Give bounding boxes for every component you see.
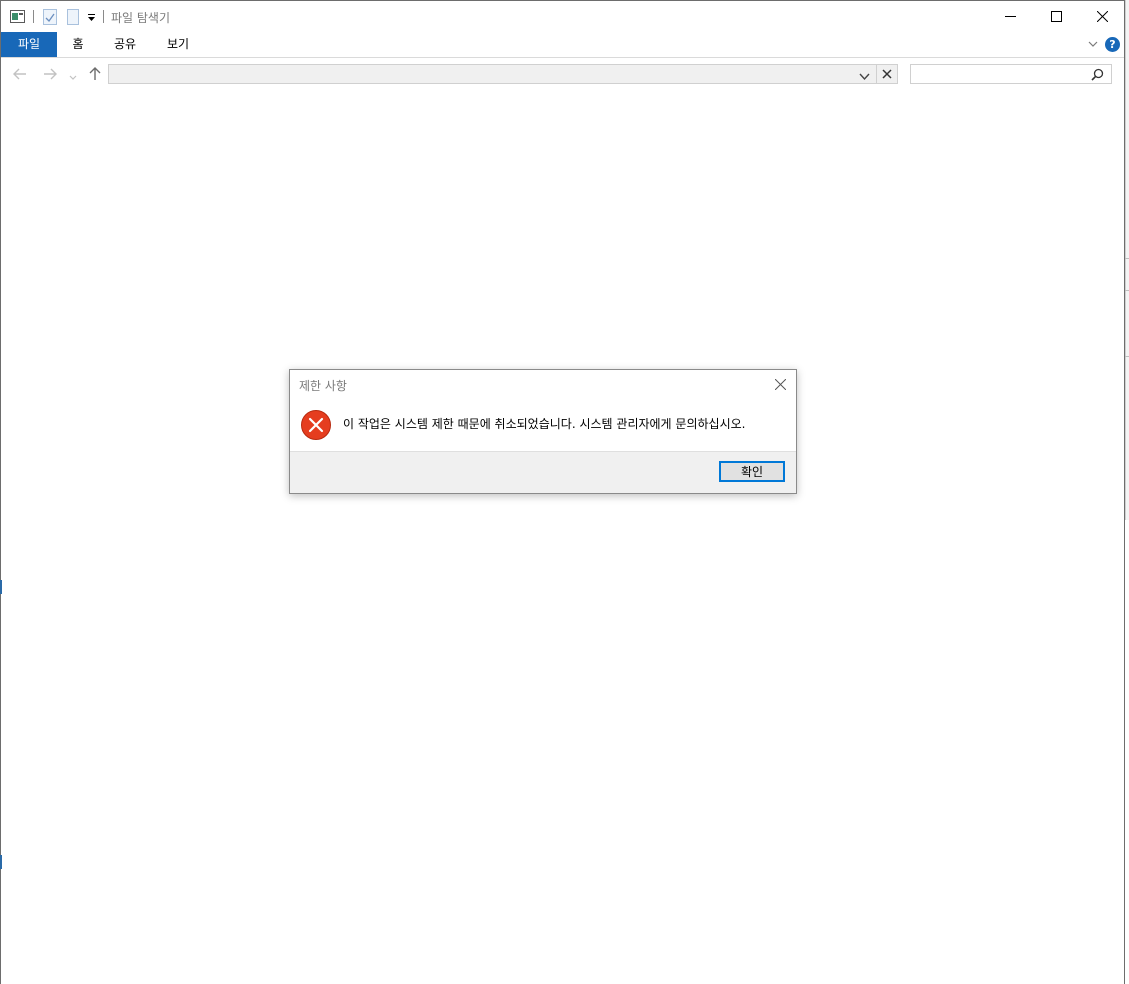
search-icon bbox=[1091, 68, 1104, 84]
background-window-edge bbox=[0, 855, 2, 869]
error-icon bbox=[301, 410, 331, 440]
recent-locations-icon[interactable] bbox=[69, 70, 77, 84]
minimize-icon bbox=[1004, 16, 1016, 17]
clear-address-button[interactable] bbox=[877, 64, 898, 84]
dialog-title: 제한 사항 bbox=[299, 379, 347, 393]
forward-arrow-icon[interactable] bbox=[43, 67, 57, 84]
address-bar[interactable] bbox=[108, 64, 877, 84]
system-menu-icon[interactable] bbox=[10, 10, 25, 26]
tab-view[interactable]: 보기 bbox=[157, 32, 199, 57]
tab-share[interactable]: 공유 bbox=[105, 32, 145, 57]
qat-separator bbox=[103, 10, 104, 23]
properties-icon[interactable] bbox=[43, 9, 57, 28]
close-icon bbox=[1096, 11, 1108, 22]
maximize-icon bbox=[1050, 11, 1062, 22]
qat-separator bbox=[33, 10, 34, 23]
background-divider bbox=[1125, 290, 1129, 291]
restriction-dialog: 제한 사항 이 작업은 시스템 제한 때문에 취소되었습니다. 시스템 관리자에… bbox=[289, 369, 797, 494]
up-arrow-icon[interactable] bbox=[88, 67, 102, 84]
title-bar: 파일 탐색기 bbox=[1, 1, 1124, 32]
close-icon bbox=[882, 69, 892, 79]
customize-qat-icon[interactable] bbox=[87, 11, 96, 25]
close-icon bbox=[774, 378, 786, 390]
dialog-footer: 확인 bbox=[290, 451, 796, 493]
background-window-edge bbox=[1125, 0, 1129, 520]
close-button[interactable] bbox=[1079, 1, 1125, 32]
maximize-button[interactable] bbox=[1033, 1, 1079, 32]
search-input[interactable] bbox=[910, 64, 1112, 84]
ok-button[interactable]: 확인 bbox=[719, 461, 785, 482]
navigation-bar bbox=[1, 58, 1124, 92]
tab-home[interactable]: 홈 bbox=[61, 32, 95, 57]
dialog-message: 이 작업은 시스템 제한 때문에 취소되었습니다. 시스템 관리자에게 문의하십… bbox=[343, 417, 746, 431]
address-dropdown-icon[interactable] bbox=[859, 70, 870, 84]
background-window-edge bbox=[0, 580, 2, 594]
expand-ribbon-icon[interactable] bbox=[1088, 38, 1098, 52]
ribbon-tabs: 파일 홈 공유 보기 ? bbox=[1, 32, 1124, 58]
dialog-close-button[interactable] bbox=[766, 372, 794, 396]
background-divider bbox=[1125, 258, 1129, 259]
tab-file[interactable]: 파일 bbox=[1, 32, 57, 57]
help-button[interactable]: ? bbox=[1105, 37, 1120, 52]
minimize-button[interactable] bbox=[987, 1, 1033, 32]
background-divider bbox=[1125, 356, 1129, 357]
new-folder-icon[interactable] bbox=[67, 9, 79, 28]
back-arrow-icon[interactable] bbox=[13, 67, 27, 84]
window-title: 파일 탐색기 bbox=[111, 11, 171, 25]
